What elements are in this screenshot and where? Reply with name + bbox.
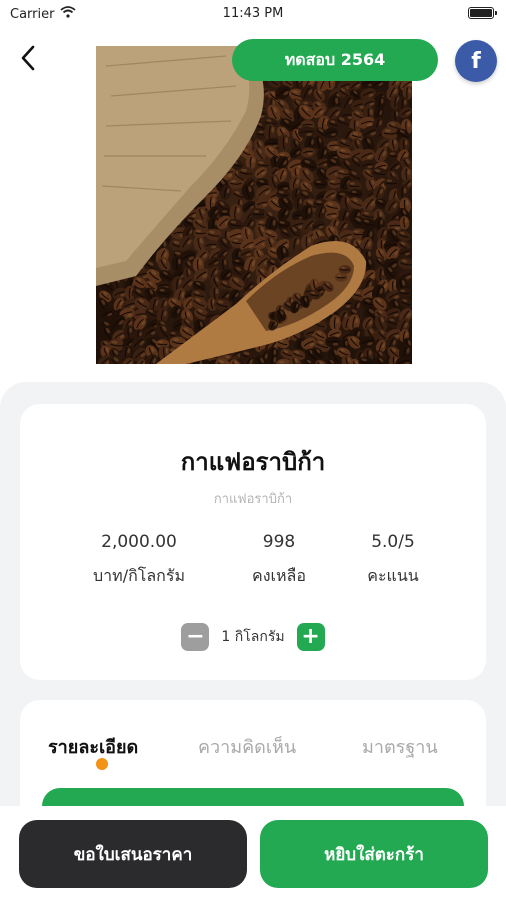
product-image <box>96 46 412 364</box>
tab-details[interactable]: รายละเอียด <box>48 732 138 761</box>
active-tab-indicator <box>96 758 108 770</box>
price-label: บาท/กิโลกรัม <box>93 566 185 585</box>
increase-quantity-button[interactable]: + <box>296 623 325 651</box>
bottom-action-bar: ขอใบเสนอราคา หยิบใส่ตะกร้า <box>0 806 506 900</box>
quantity-value: 1 กิโลกรัม <box>221 629 285 645</box>
tag-pill[interactable]: ทดสอบ 2564 <box>232 39 438 81</box>
product-title: กาแฟอราบิก้า <box>180 448 326 476</box>
rating-value: 5.0/5 <box>371 532 415 552</box>
rating-stat: 5.0/5 คะแนน <box>328 532 458 589</box>
rating-label: คะแนน <box>367 566 419 585</box>
tab-reviews[interactable]: ความคิดเห็น <box>198 732 296 761</box>
status-time: 11:43 PM <box>222 6 284 21</box>
minus-icon: − <box>186 624 205 649</box>
add-to-cart-button[interactable]: หยิบใส่ตะกร้า <box>260 820 488 888</box>
plus-icon: + <box>301 624 320 649</box>
facebook-share-button[interactable]: f <box>455 40 497 82</box>
stock-label: คงเหลือ <box>252 566 306 585</box>
decrease-quantity-button[interactable]: − <box>181 623 210 651</box>
chevron-left-icon <box>20 45 36 75</box>
tab-standards[interactable]: มาตรฐาน <box>362 732 438 761</box>
request-quote-button[interactable]: ขอใบเสนอราคา <box>19 820 247 888</box>
product-subtitle: กาแฟอราบิก้า <box>213 492 293 507</box>
price-stat: 2,000.00 บาท/กิโลกรัม <box>74 532 204 589</box>
stock-value: 998 <box>262 532 296 552</box>
product-info-card: กาแฟอราบิก้า กาแฟอราบิก้า 2,000.00 บาท/ก… <box>20 404 486 680</box>
battery-icon <box>468 7 497 19</box>
back-button[interactable] <box>10 42 46 78</box>
stock-stat: 998 คงเหลือ <box>214 532 344 589</box>
price-value: 2,000.00 <box>101 532 177 552</box>
status-bar: Carrier 11:43 PM <box>0 0 506 30</box>
quantity-stepper: − 1 กิโลกรัม + <box>20 623 486 651</box>
facebook-icon: f <box>471 48 481 74</box>
